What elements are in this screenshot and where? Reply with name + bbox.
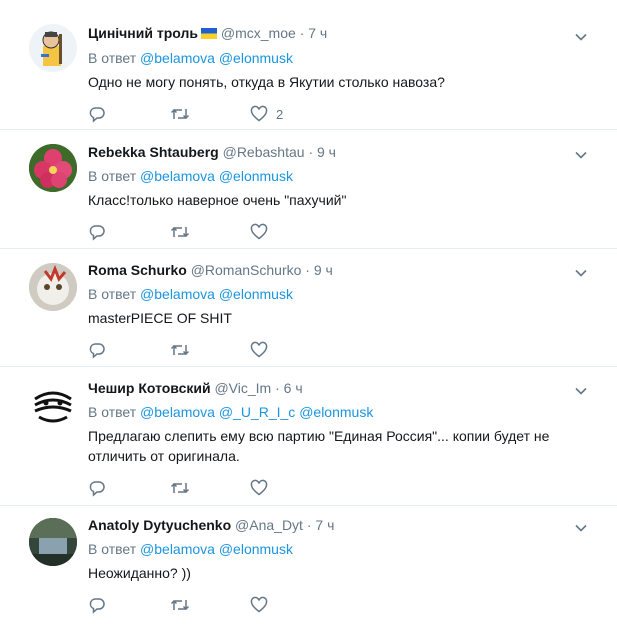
user-handle[interactable]: @Vic_Im [214,380,271,396]
avatar[interactable] [29,263,77,311]
timestamp[interactable]: 6 ч [284,380,303,396]
retweet-icon [170,344,190,356]
reply-icon [89,481,105,497]
retweet-button[interactable] [170,595,190,615]
chevron-down-icon[interactable] [575,384,587,396]
mention-link[interactable]: @belamova [140,286,215,302]
like-button[interactable] [250,595,268,615]
like-button[interactable] [250,222,268,242]
retweet-icon [170,599,190,611]
tweet-text-line: Предлагаю слепить ему всю партию "Единая… [88,428,550,444]
ukraine-flag-icon [200,26,217,39]
retweet-button[interactable] [170,340,190,360]
timestamp[interactable]: 7 ч [315,517,334,533]
tweet-text: masterPIECE OF SHIT [88,310,232,326]
mention-link[interactable]: @elonmusk [219,286,293,302]
user-handle[interactable]: @Ana_Dyt [235,517,303,533]
like-button[interactable] [250,478,268,498]
like-button[interactable] [250,340,268,360]
mention-link[interactable]: @_U_R_I_c [219,404,295,420]
display-name[interactable]: Чешир Котовский [88,380,211,396]
tweet-text: Одно не могу понять, откуда в Якутии сто… [88,74,445,90]
heart-icon [250,479,268,496]
retweet-icon [170,482,190,494]
mention-link[interactable]: @elonmusk [219,541,293,557]
reply-context: В ответ @belamova @elonmusk [88,50,293,66]
reply-context: В ответ @belamova @_U_R_I_c @elonmusk [88,404,374,420]
reply-button[interactable] [88,340,106,360]
reply-context: В ответ @belamova @elonmusk [88,286,293,302]
heart-icon [250,596,268,613]
chevron-down-icon[interactable] [575,148,587,160]
avatar[interactable] [29,518,77,566]
tweet-text: Предлагаю слепить ему всю партию "Единая… [88,426,588,466]
avatar[interactable] [29,24,77,72]
timestamp[interactable]: 9 ч [314,262,333,278]
display-name[interactable]: Roma Schurko [88,262,187,278]
user-handle[interactable]: @RomanSchurko [191,262,302,278]
mention-link[interactable]: @belamova [140,50,215,66]
heart-icon [250,223,268,240]
mention-link[interactable]: @belamova [140,541,215,557]
chevron-down-icon[interactable] [575,266,587,278]
like-count: 2 [276,106,284,122]
user-handle[interactable]: @mcx_moe [221,25,296,41]
like-button[interactable]: 2 [250,104,283,124]
tweet[interactable]: Anatoly Dytyuchenko @Ana_Dyt · 7 ч В отв… [0,506,617,624]
retweet-button[interactable] [170,222,190,242]
timestamp[interactable]: 9 ч [317,144,336,160]
display-name[interactable]: Rebekka Shtauberg [88,144,219,160]
reply-context: В ответ @belamova @elonmusk [88,168,293,184]
retweet-button[interactable] [170,104,190,124]
tweet[interactable]: Rebekka Shtauberg @Rebashtau · 9 ч В отв… [0,130,617,249]
mention-link[interactable]: @elonmusk [219,50,293,66]
timestamp[interactable]: 7 ч [308,25,327,41]
avatar[interactable] [29,381,77,429]
reply-icon [89,598,105,614]
heart-icon [250,105,268,122]
tweet-text: Неожиданно? )) [88,565,191,581]
mention-link[interactable]: @elonmusk [299,404,373,420]
reply-button[interactable] [88,222,106,242]
tweet[interactable]: Roma Schurko @RomanSchurko · 9 ч В ответ… [0,249,617,367]
reply-icon [89,225,105,241]
chevron-down-icon[interactable] [575,30,587,42]
reply-context: В ответ @belamova @elonmusk [88,541,293,557]
retweet-icon [170,226,190,238]
mention-link[interactable]: @belamova [140,404,215,420]
retweet-icon [170,108,190,120]
reply-button[interactable] [88,104,106,124]
reply-button[interactable] [88,478,106,498]
user-handle[interactable]: @Rebashtau [223,144,305,160]
mention-link[interactable]: @elonmusk [219,168,293,184]
heart-icon [250,341,268,358]
tweet-text: Класс!только наверное очень "пахучий" [88,192,347,208]
tweet-text-line: отличить от оригинала. [88,448,240,464]
reply-icon [89,107,105,123]
reply-icon [89,343,105,359]
display-name[interactable]: Цинічний троль [88,25,198,41]
display-name[interactable]: Anatoly Dytyuchenko [88,517,231,533]
mention-link[interactable]: @belamova [140,168,215,184]
reply-button[interactable] [88,595,106,615]
avatar[interactable] [29,144,77,192]
retweet-button[interactable] [170,478,190,498]
chevron-down-icon[interactable] [575,521,587,533]
tweet[interactable]: Чешир Котовский @Vic_Im · 6 ч В ответ @b… [0,367,617,506]
tweet[interactable]: Цинічний троль @mcx_moe · 7 ч В ответ @b… [0,0,617,130]
